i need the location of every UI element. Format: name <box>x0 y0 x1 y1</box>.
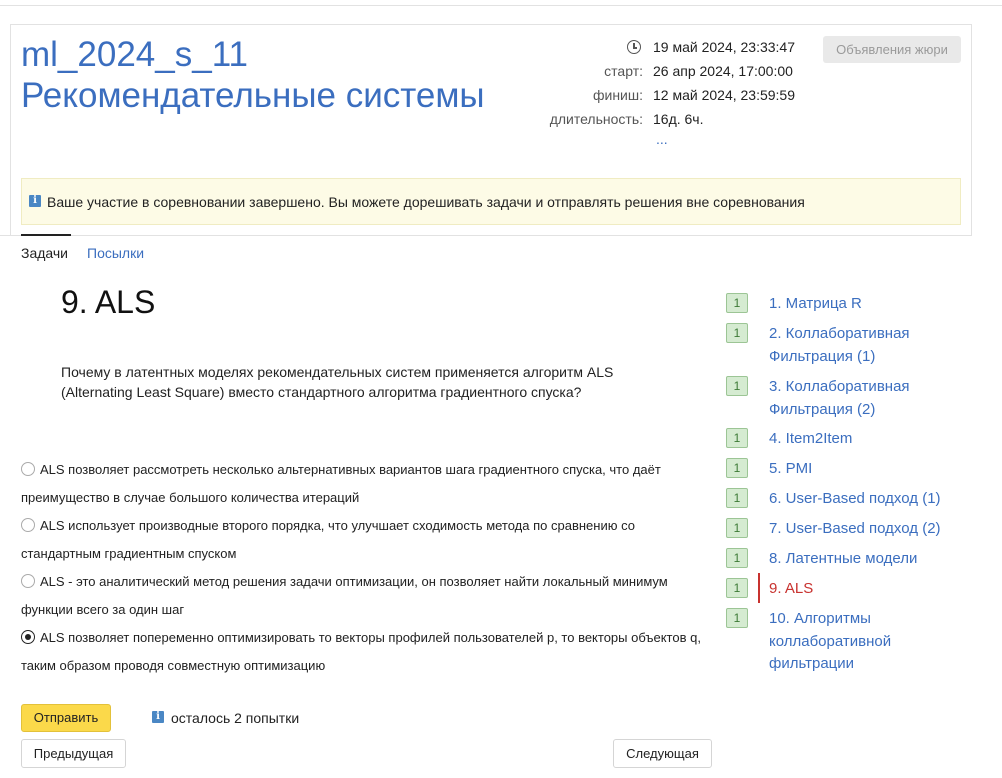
answer-option[interactable]: ALS - это аналитический метод решения за… <box>21 568 711 624</box>
problem-link[interactable]: 4. Item2Item <box>769 428 959 451</box>
radio-button-selected[interactable] <box>21 630 35 644</box>
current-problem-indicator <box>758 573 760 603</box>
problem-link[interactable]: 7. User-Based подход (2) <box>769 518 959 541</box>
contest-code: ml_2024_s_11 <box>21 35 249 74</box>
answer-option-text: ALS позволяет рассмотреть несколько альт… <box>21 462 661 505</box>
radio-button[interactable] <box>21 574 35 588</box>
finish-label: финиш: <box>592 87 643 103</box>
answer-option-text: ALS позволяет попеременно оптимизировать… <box>21 630 701 673</box>
more-link[interactable]: ... <box>656 130 668 148</box>
finish-value: 12 май 2024, 23:59:59 <box>653 87 796 103</box>
radio-button[interactable] <box>21 462 35 476</box>
attempts-remaining: осталось 2 попытки <box>171 710 300 726</box>
problem-link[interactable]: 10. Алгоритмы коллаборативной фильтрации <box>769 608 939 676</box>
problem-link[interactable]: 6. User-Based подход (1) <box>769 488 959 511</box>
answer-option[interactable]: ALS использует производные второго поряд… <box>21 512 711 568</box>
problem-link[interactable]: 5. PMI <box>769 458 959 481</box>
duration-label: длительность: <box>549 111 643 127</box>
answer-option-text: ALS - это аналитический метод решения за… <box>21 574 668 617</box>
attempts-badge: 1 <box>726 458 748 478</box>
duration-value: 16д. 6ч. <box>653 111 704 127</box>
tab-submissions[interactable]: Посылки <box>87 244 144 262</box>
jury-announcements-button[interactable]: Объявления жюри <box>823 36 961 63</box>
attempts-badge: 1 <box>726 548 748 568</box>
radio-button[interactable] <box>21 518 35 532</box>
problem-link[interactable]: 8. Латентные модели <box>769 548 959 571</box>
start-label: старт: <box>604 63 643 79</box>
tab-problems[interactable]: Задачи <box>21 244 68 262</box>
problem-link[interactable]: 3. Коллаборативная Фильтрация (2) <box>769 376 959 421</box>
attempts-badge: 1 <box>726 608 748 628</box>
problem-link[interactable]: 1. Матрица R <box>769 293 959 316</box>
next-button[interactable]: Следующая <box>613 739 712 768</box>
info-icon: i <box>29 195 41 207</box>
top-divider <box>0 5 1002 6</box>
attempts-badge: 1 <box>726 293 748 313</box>
start-value: 26 апр 2024, 17:00:00 <box>653 63 793 79</box>
attempts-badge: 1 <box>726 488 748 508</box>
previous-button[interactable]: Предыдущая <box>21 739 126 768</box>
notice-text: Ваше участие в соревновании завершено. В… <box>47 194 805 210</box>
problem-link-current[interactable]: 9. ALS <box>769 578 959 601</box>
problem-statement: Почему в латентных моделях рекомендатель… <box>61 364 614 400</box>
tabs-divider <box>0 235 972 236</box>
active-tab-indicator <box>21 234 71 236</box>
attempts-badge: 1 <box>726 428 748 448</box>
problem-title: 9. ALS <box>61 284 156 320</box>
attempts-badge: 1 <box>726 518 748 538</box>
attempts-badge: 1 <box>726 376 748 396</box>
answer-option-text: ALS использует производные второго поряд… <box>21 518 635 561</box>
answer-option[interactable]: ALS позволяет рассмотреть несколько альт… <box>21 456 711 512</box>
info-icon: i <box>152 711 164 723</box>
current-time: 19 май 2024, 23:33:47 <box>653 39 796 55</box>
clock-icon <box>627 40 641 54</box>
problem-link[interactable]: 2. Коллаборативная Фильтрация (1) <box>769 323 959 368</box>
submit-button[interactable]: Отправить <box>21 704 111 732</box>
attempts-badge: 1 <box>726 323 748 343</box>
attempts-badge: 1 <box>726 578 748 598</box>
contest-name: Рекомендательные системы <box>21 76 485 115</box>
answer-option[interactable]: ALS позволяет попеременно оптимизировать… <box>21 624 711 680</box>
